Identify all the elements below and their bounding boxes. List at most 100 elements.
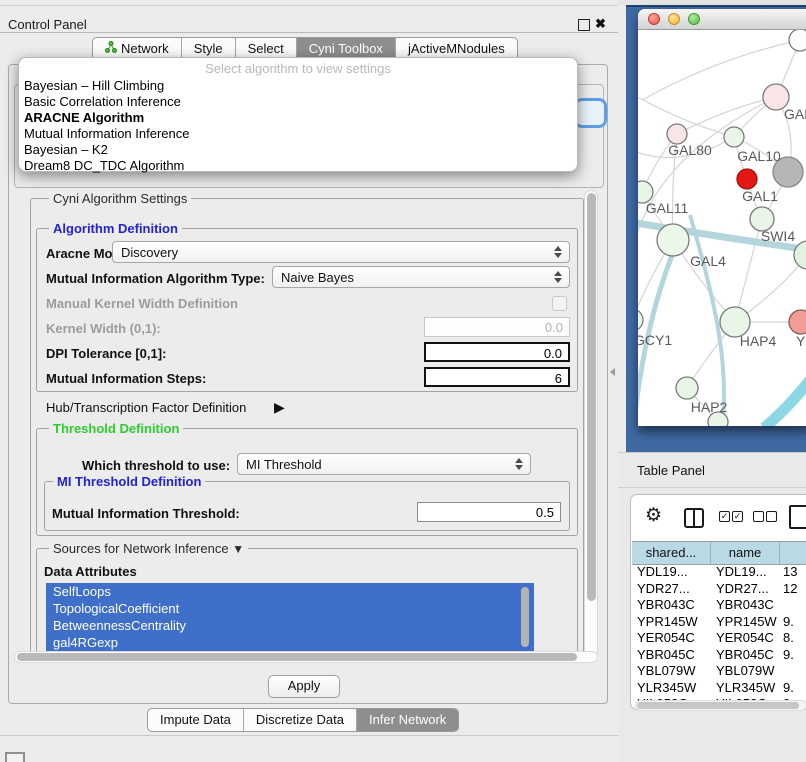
unchecked-checkbox-icon[interactable] xyxy=(766,511,777,522)
column-header-name[interactable]: name xyxy=(711,542,780,564)
manual-kernel-checkbox[interactable] xyxy=(552,296,567,311)
node-label: Y xyxy=(796,333,806,349)
gear-icon[interactable]: ⚙ xyxy=(645,506,662,525)
node-label: GAL10 xyxy=(737,148,781,164)
hub-definition-label[interactable]: Hub/Transcription Factor Definition xyxy=(46,400,246,415)
attribute-item[interactable]: TopologicalCoefficient xyxy=(46,600,534,617)
screen: Control Panel ✖ Network Style Select Cyn… xyxy=(0,0,806,762)
mi-type-label: Mutual Information Algorithm Type: xyxy=(46,271,265,286)
manual-kernel-label: Manual Kernel Width Definition xyxy=(46,296,238,311)
node-gal4[interactable] xyxy=(657,224,689,256)
kernel-width-label: Kernel Width (0,1): xyxy=(46,321,161,336)
network-canvas[interactable]: GAL GAL80 GAL10 GAL1 SWI4 GAL11 GAL4 GCY… xyxy=(638,30,806,426)
table-row[interactable]: YDR27...YDR27...12 xyxy=(632,581,806,598)
mi-type-select[interactable]: Naive Bayes xyxy=(272,266,570,288)
zoom-traffic-light-icon[interactable] xyxy=(688,13,700,25)
data-attributes-label: Data Attributes xyxy=(44,564,137,579)
table-row[interactable]: YLR345WYLR345W9. xyxy=(632,680,806,697)
node-label: HAP4 xyxy=(740,333,777,349)
combo-arrows-icon xyxy=(551,246,569,258)
algorithm-option-selected[interactable]: ARACNE Algorithm xyxy=(19,110,577,126)
table-header-row: shared... name xyxy=(632,541,806,565)
collapse-down-icon[interactable]: ▼ xyxy=(232,542,244,556)
node-label: GAL xyxy=(784,106,806,122)
node-label: GAL11 xyxy=(646,200,689,216)
mi-threshold-label: Mutual Information Threshold: xyxy=(52,506,240,521)
node-label: GAL4 xyxy=(690,253,726,269)
checked-checkbox-icon[interactable]: ✓ xyxy=(719,511,730,522)
dropdown-placeholder: Select algorithm to view settings xyxy=(19,61,577,78)
combo-arrows-icon xyxy=(551,271,569,283)
expand-right-icon[interactable]: ▶ xyxy=(274,399,285,416)
combo-arrows-icon xyxy=(512,458,530,470)
table-panel-titlebar: Table Panel xyxy=(618,452,806,488)
which-threshold-select[interactable]: MI Threshold xyxy=(237,453,531,475)
mi-threshold-field[interactable]: 0.5 xyxy=(417,502,561,522)
table-row[interactable]: YBL079WYBL079W xyxy=(632,663,806,680)
attribute-item[interactable]: BetweennessCentrality xyxy=(46,617,534,634)
algorithm-option[interactable]: Bayesian – K2 xyxy=(19,142,577,158)
node-salmon[interactable] xyxy=(789,310,806,334)
algorithm-option[interactable]: Dream8 DC_TDC Algorithm xyxy=(19,158,577,174)
table-row[interactable]: YER054CYER054C8. xyxy=(632,630,806,647)
algorithm-option[interactable]: Bayesian – Hill Climbing xyxy=(19,78,577,94)
data-attributes-list: SelfLoops TopologicalCoefficient Between… xyxy=(46,583,534,652)
kernel-width-field[interactable]: 0.0 xyxy=(424,317,570,337)
checked-checkbox-icon[interactable]: ✓ xyxy=(732,511,743,522)
node-label: GAL80 xyxy=(668,142,712,158)
tab-discretize-data[interactable]: Discretize Data xyxy=(244,709,357,731)
attribute-item[interactable]: SelfLoops xyxy=(46,583,534,600)
node-label: HAP2 xyxy=(691,399,728,415)
settings-vscrollbar-thumb[interactable] xyxy=(587,193,596,601)
document-icon[interactable] xyxy=(789,505,806,529)
cyni-bottom-tabbar: Impute Data Discretize Data Infer Networ… xyxy=(147,708,459,732)
table-panel-title: Table Panel xyxy=(637,463,705,478)
table-row[interactable]: YPR145WYPR145W9. xyxy=(632,614,806,631)
node-gcy1[interactable] xyxy=(638,309,643,331)
float-window-icon[interactable] xyxy=(578,19,590,31)
dpi-tolerance-label: DPI Tolerance [0,1]: xyxy=(46,346,166,361)
which-threshold-label: Which threshold to use: xyxy=(82,458,230,473)
control-panel-bottom-edge xyxy=(0,735,618,736)
node[interactable] xyxy=(789,30,806,51)
minimize-traffic-light-icon[interactable] xyxy=(668,13,680,25)
column-header-shared[interactable]: shared... xyxy=(632,542,711,564)
node-hap2[interactable] xyxy=(676,377,698,399)
mi-steps-field[interactable]: 6 xyxy=(424,367,570,387)
node-label: GCY1 xyxy=(638,332,672,348)
network-window-titlebar[interactable] xyxy=(638,9,806,30)
table-hscrollbar-thumb[interactable] xyxy=(637,702,799,709)
table-window: ⚙ ✓ ✓ shared... name YDL19...YDL19...13 … xyxy=(630,494,806,710)
column-header-extra[interactable] xyxy=(780,542,806,564)
panel-corner-grip[interactable] xyxy=(5,752,25,762)
splitter-grip-icon[interactable] xyxy=(610,368,615,376)
table-row[interactable]: YBR043CYBR043C xyxy=(632,597,806,614)
algorithm-option[interactable]: Mutual Information Inference xyxy=(19,126,577,142)
attribute-item[interactable]: gal4RGexp xyxy=(46,634,534,651)
control-panel-title: Control Panel xyxy=(8,17,87,32)
unchecked-checkbox-icon[interactable] xyxy=(753,511,764,522)
sources-title: Sources for Network Inference xyxy=(53,541,229,556)
close-traffic-light-icon[interactable] xyxy=(648,13,660,25)
node-red[interactable] xyxy=(737,169,757,189)
control-panel-titlebar: Control Panel ✖ xyxy=(0,5,618,33)
tab-infer-network[interactable]: Infer Network xyxy=(357,709,458,731)
table-row[interactable]: YDL19...YDL19...13 xyxy=(632,564,806,581)
dpi-tolerance-field[interactable]: 0.0 xyxy=(424,342,570,362)
close-icon[interactable]: ✖ xyxy=(595,16,606,32)
algorithm-combobox-focus-ring[interactable] xyxy=(574,98,607,128)
apply-button[interactable]: Apply xyxy=(268,675,340,698)
aracne-mode-select[interactable]: Discovery xyxy=(112,241,570,263)
node-label: SWI4 xyxy=(761,228,795,244)
columns-icon[interactable] xyxy=(684,508,704,528)
table-body: YDL19...YDL19...13 YDR27...YDR27...12 YB… xyxy=(632,564,806,702)
attributes-scrollbar[interactable] xyxy=(521,587,529,647)
tab-impute-data[interactable]: Impute Data xyxy=(148,709,244,731)
table-row[interactable]: YBR045CYBR045C9. xyxy=(632,647,806,664)
algorithm-dropdown-popup: Select algorithm to view settings Bayesi… xyxy=(18,57,578,172)
mi-steps-label: Mutual Information Steps: xyxy=(46,371,206,386)
settings-hscrollbar-thumb[interactable] xyxy=(17,653,577,661)
algorithm-option[interactable]: Basic Correlation Inference xyxy=(19,94,577,110)
node-gal80[interactable] xyxy=(667,124,687,144)
node-gal10[interactable] xyxy=(724,127,744,147)
